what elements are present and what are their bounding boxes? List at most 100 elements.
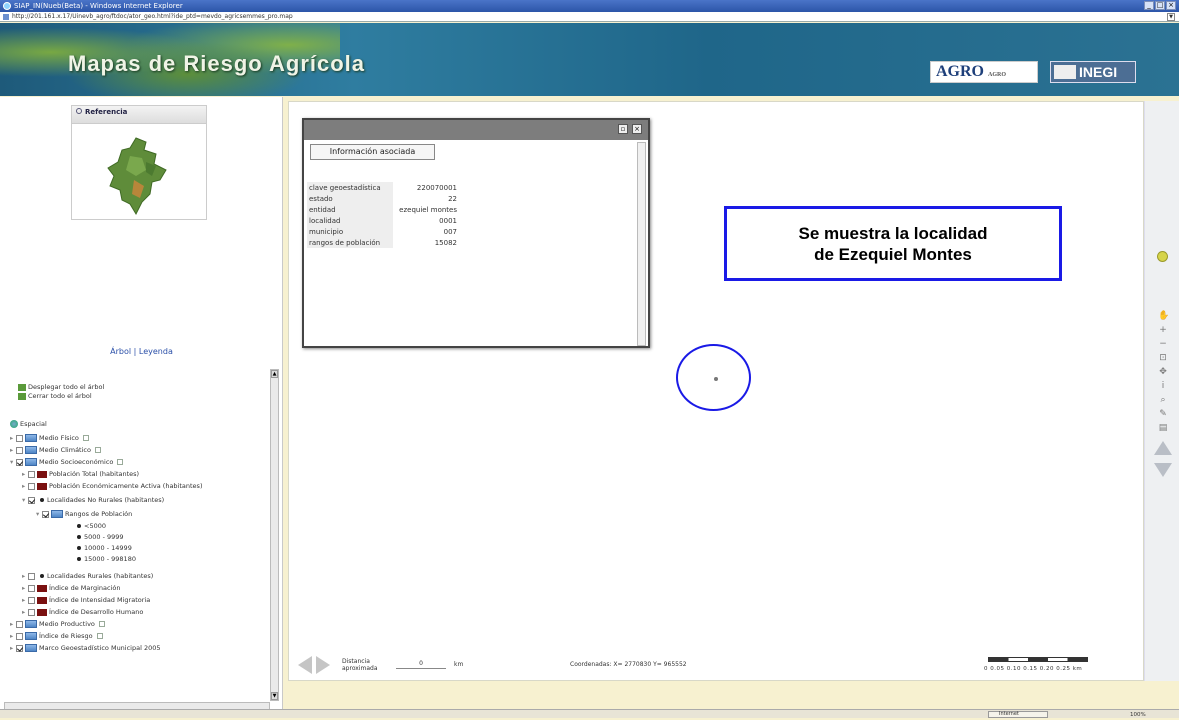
address-dropdown-button[interactable]: ▼ — [1167, 13, 1175, 21]
layer-checkbox[interactable] — [16, 446, 23, 454]
pan-up-icon[interactable] — [1154, 441, 1172, 455]
layer-checkbox[interactable] — [16, 458, 23, 466]
print-icon[interactable]: ▤ — [1158, 423, 1168, 433]
map-toolbar: ✋ + − ⊡ ✥ i ⌕ ✎ ▤ — [1144, 101, 1179, 681]
folder-icon — [25, 434, 37, 442]
tree-item-indice-migratoria[interactable]: ▸ Índice de Intensidad Migratoria — [22, 595, 150, 605]
layer-checkbox[interactable] — [28, 496, 35, 504]
pan-hand-icon[interactable]: ✋ — [1158, 311, 1169, 321]
close-button[interactable]: × — [1166, 1, 1176, 10]
layer-checkbox[interactable] — [16, 644, 23, 652]
tree-item-pea[interactable]: ▸ Población Económicamente Activa (habita… — [22, 481, 202, 491]
scroll-up-icon[interactable]: ▲ — [271, 370, 278, 378]
tree-item-poblacion-total[interactable]: ▸ Población Total (habitantes) — [22, 469, 139, 479]
tree-item-indice-marginacion[interactable]: ▸ Índice de Marginación — [22, 583, 120, 593]
popup-close-button[interactable]: × — [632, 124, 642, 134]
popup-tab-info[interactable]: Información asociada — [310, 144, 435, 160]
expand-tree-link[interactable]: Desplegar todo el árbol — [18, 383, 104, 392]
tree-item-medio-climatico[interactable]: ▸ Medio Climático — [10, 445, 101, 455]
popup-titlebar[interactable]: ▫ × — [304, 120, 648, 140]
tree-item-label: Rangos de Población — [65, 510, 133, 518]
layer-checkbox[interactable] — [16, 434, 23, 442]
point-symbol-icon — [40, 498, 44, 502]
point-symbol-icon — [40, 574, 44, 578]
locality-point[interactable] — [714, 377, 718, 381]
point-symbol-icon — [77, 535, 81, 539]
pan-down-icon[interactable] — [1154, 463, 1172, 477]
folder-icon — [25, 458, 37, 466]
tree-item-marco-geoestadistico[interactable]: ▸ Marco Geoestadístico Municipal 2005 — [10, 643, 161, 653]
layer-checkbox[interactable] — [16, 620, 23, 628]
attribute-value: 220070001 — [416, 183, 457, 192]
tree-legend-links[interactable]: Árbol | Leyenda — [0, 347, 283, 356]
page-icon — [3, 14, 9, 20]
legend-swatch — [37, 596, 47, 604]
point-symbol-icon — [77, 557, 81, 561]
window-controls: _ □ × — [1144, 1, 1176, 10]
tree-root-label: Espacial — [20, 420, 47, 428]
tree-item-indice-desarrollo[interactable]: ▸ Índice de Desarrollo Humano — [22, 607, 143, 617]
coordinates-readout: Coordenadas: X= 2770830 Y= 965552 — [570, 661, 687, 668]
tree-item-localidades-rurales[interactable]: ▸ Localidades Rurales (habitantes) — [22, 571, 153, 581]
info-icon[interactable] — [96, 633, 103, 639]
layer-checkbox[interactable] — [28, 608, 35, 616]
attribute-key: clave geoestadística — [307, 182, 393, 193]
zoom-level[interactable]: 100% — [1130, 711, 1146, 720]
legend-item-label: 10000 - 14999 — [84, 544, 132, 552]
popup-scrollbar[interactable] — [637, 142, 646, 346]
scale-bar — [988, 657, 1088, 662]
help-icon[interactable] — [1157, 251, 1168, 262]
previous-view-icon[interactable] — [298, 656, 312, 674]
attribute-key: entidad — [307, 204, 393, 215]
layer-checkbox[interactable] — [16, 632, 23, 640]
tree-item-medio-productivo[interactable]: ▸ Medio Productivo — [10, 619, 105, 629]
reference-map-image[interactable] — [106, 136, 170, 216]
browser-status-bar: Internet 100% — [0, 709, 1179, 718]
tree-item-label: Índice de Desarrollo Humano — [49, 608, 144, 616]
inegi-logo: INEGI — [1050, 61, 1136, 83]
layer-checkbox[interactable] — [28, 482, 35, 490]
address-bar[interactable]: http://201.161.x.17/Uinevb_agro/ftdoc/at… — [0, 12, 1179, 22]
zoom-extent-icon[interactable]: ⊡ — [1158, 353, 1168, 363]
tree-vertical-scrollbar[interactable]: ▲ ▼ — [270, 369, 279, 701]
scroll-down-icon[interactable]: ▼ — [271, 692, 278, 700]
legend-item: 15000 - 998180 — [74, 554, 136, 564]
tree-item-label: Medio Productivo — [39, 620, 95, 628]
table-row: clave geoestadística 220070001 — [307, 182, 459, 193]
collapse-tree-link[interactable]: Cerrar todo el árbol — [18, 392, 104, 401]
tree-item-medio-socioeconomico[interactable]: ▾ Medio Socioeconómico — [10, 457, 124, 467]
attribute-value: 15082 — [434, 238, 457, 247]
info-icon[interactable] — [82, 435, 89, 441]
info-icon[interactable] — [98, 621, 105, 627]
folder-icon — [25, 644, 37, 652]
tree-item-medio-fisico[interactable]: ▸ Medio Físico — [10, 433, 89, 443]
minimize-button[interactable]: _ — [1144, 1, 1154, 10]
tree-root[interactable]: Espacial — [10, 419, 47, 429]
layer-checkbox[interactable] — [28, 596, 35, 604]
zoom-in-icon[interactable]: + — [1158, 325, 1168, 335]
info-icon[interactable] — [94, 447, 101, 453]
attribute-key: rangos de población — [307, 237, 393, 248]
layer-checkbox[interactable] — [28, 584, 35, 592]
measure-icon[interactable]: ✎ — [1158, 409, 1168, 419]
tree-item-rangos-poblacion[interactable]: ▾ Rangos de Población — [36, 509, 132, 519]
layer-checkbox[interactable] — [42, 510, 49, 518]
folder-icon — [25, 446, 37, 454]
popup-minimize-button[interactable]: ▫ — [618, 124, 628, 134]
folder-icon — [25, 632, 37, 640]
maximize-button[interactable]: □ — [1155, 1, 1165, 10]
distance-unit: km — [454, 661, 464, 668]
binoculars-icon[interactable]: ⌕ — [1158, 395, 1168, 405]
tree-item-indice-riesgo[interactable]: ▸ Índice de Riesgo — [10, 631, 103, 641]
next-view-icon[interactable] — [316, 656, 330, 674]
layer-checkbox[interactable] — [28, 572, 35, 580]
legend-item-label: 15000 - 998180 — [84, 555, 136, 563]
move-icon[interactable]: ✥ — [1158, 367, 1168, 377]
info-icon[interactable] — [117, 459, 124, 465]
tree-item-localidades-no-rurales[interactable]: ▾ Localidades No Rurales (habitantes) — [22, 495, 164, 505]
folder-icon — [51, 510, 63, 518]
layer-checkbox[interactable] — [28, 470, 35, 478]
identify-icon[interactable]: i — [1158, 381, 1168, 391]
zoom-out-icon[interactable]: − — [1158, 339, 1168, 349]
tree-item-label: Índice de Marginación — [49, 584, 121, 592]
